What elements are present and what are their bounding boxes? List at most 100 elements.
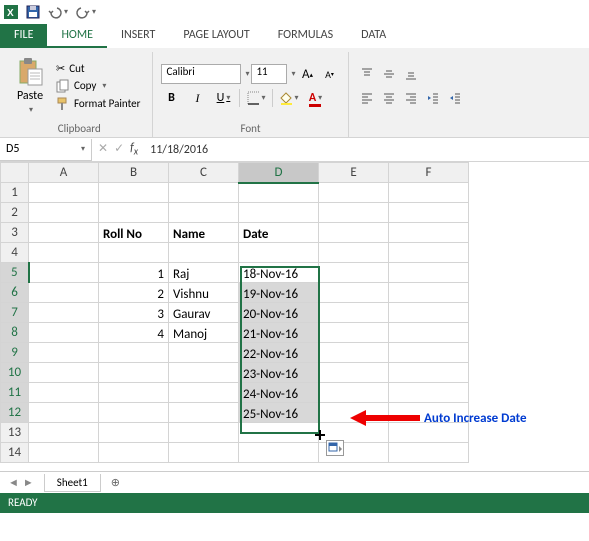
add-sheet-button[interactable]: ⊕ <box>101 476 130 489</box>
row-header[interactable]: 9 <box>1 343 29 363</box>
excel-icon: X <box>4 5 18 19</box>
select-all-corner[interactable] <box>1 163 29 183</box>
save-icon[interactable] <box>26 5 40 19</box>
ribbon-group-font: Calibri ▾ 11 ▾ A▴ A▾ B I U▾ ▾ <box>153 52 348 137</box>
col-header-b[interactable]: B <box>99 163 169 183</box>
worksheet-grid[interactable]: A B C D E F 1 2 3 Roll No Name Date 4 5 … <box>0 162 589 463</box>
scissors-icon: ✂ <box>56 62 65 75</box>
row-header[interactable]: 13 <box>1 423 29 443</box>
row-header[interactable]: 10 <box>1 363 29 383</box>
cell[interactable]: 20-Nov-16 <box>239 303 319 323</box>
paste-icon <box>16 57 44 87</box>
row-header[interactable]: 7 <box>1 303 29 323</box>
row-header[interactable]: 6 <box>1 283 29 303</box>
cell[interactable]: 3 <box>99 303 169 323</box>
row-header[interactable]: 2 <box>1 203 29 223</box>
arrow-icon <box>350 410 420 426</box>
row-header[interactable]: 3 <box>1 223 29 243</box>
italic-button[interactable]: I <box>187 88 207 108</box>
cell[interactable]: 2 <box>99 283 169 303</box>
cell[interactable]: 25-Nov-16 <box>239 403 319 423</box>
cell[interactable]: 21-Nov-16 <box>239 323 319 343</box>
cell[interactable]: 22-Nov-16 <box>239 343 319 363</box>
cut-label: Cut <box>69 62 84 75</box>
name-box[interactable]: D5 ▾ <box>0 139 92 161</box>
cell[interactable]: Raj <box>169 263 239 283</box>
row-header[interactable]: 11 <box>1 383 29 403</box>
decrease-indent-button[interactable] <box>423 88 443 108</box>
row-header[interactable]: 8 <box>1 323 29 343</box>
fill-color-button[interactable]: ▾ <box>279 88 299 108</box>
col-header-f[interactable]: F <box>389 163 469 183</box>
col-header-a[interactable]: A <box>29 163 99 183</box>
align-middle-button[interactable] <box>379 64 399 84</box>
formula-input[interactable]: 11/18/2016 <box>144 143 589 157</box>
clipboard-group-label: Clipboard <box>14 120 144 137</box>
cell[interactable]: 1 <box>99 263 169 283</box>
font-size-select[interactable]: 11 <box>251 64 287 84</box>
col-header-d[interactable]: D <box>239 163 319 183</box>
cell[interactable]: Gaurav <box>169 303 239 323</box>
tab-insert[interactable]: INSERT <box>107 24 169 48</box>
cell[interactable]: 19-Nov-16 <box>239 283 319 303</box>
cell[interactable]: Manoj <box>169 323 239 343</box>
accept-formula-icon[interactable]: ✓ <box>114 141 124 157</box>
cell-d3[interactable]: Date <box>239 223 319 243</box>
prev-sheet-icon[interactable]: ◄ <box>8 476 19 489</box>
col-header-e[interactable]: E <box>319 163 389 183</box>
font-name-select[interactable]: Calibri <box>161 64 241 84</box>
paste-button[interactable]: Paste ▾ <box>14 55 46 117</box>
redo-icon[interactable]: ▾ <box>76 5 96 19</box>
fx-icon[interactable]: fx <box>130 141 138 157</box>
tab-page-layout[interactable]: PAGE LAYOUT <box>169 24 263 48</box>
underline-button[interactable]: U▾ <box>213 88 233 108</box>
undo-icon[interactable]: ▾ <box>48 5 68 19</box>
increase-indent-button[interactable] <box>445 88 465 108</box>
paste-label: Paste <box>17 89 43 103</box>
row-header[interactable]: 14 <box>1 443 29 463</box>
cell-c3[interactable]: Name <box>169 223 239 243</box>
row-header[interactable]: 12 <box>1 403 29 423</box>
font-color-button[interactable]: A ▾ <box>305 88 325 108</box>
annotation-arrow: Auto Increase Date <box>350 410 527 426</box>
align-right-button[interactable] <box>401 88 421 108</box>
row-header[interactable]: 1 <box>1 183 29 203</box>
ribbon: Paste ▾ ✂ Cut Copy ▾ Format Painter <box>0 48 589 138</box>
border-button[interactable]: ▾ <box>246 88 266 108</box>
quick-access-toolbar: X ▾ ▾ <box>0 0 589 24</box>
cancel-formula-icon[interactable]: ✕ <box>98 141 108 157</box>
tab-file[interactable]: FILE <box>0 24 47 48</box>
copy-button[interactable]: Copy ▾ <box>52 78 144 94</box>
cell-d5[interactable]: 18-Nov-16 <box>239 263 319 283</box>
ribbon-group-clipboard: Paste ▾ ✂ Cut Copy ▾ Format Painter <box>6 52 153 137</box>
status-text: READY <box>8 496 38 509</box>
shrink-font-button[interactable]: A▾ <box>320 64 340 84</box>
cell[interactable]: Vishnu <box>169 283 239 303</box>
bold-button[interactable]: B <box>161 88 181 108</box>
align-bottom-button[interactable] <box>401 64 421 84</box>
name-box-value: D5 <box>6 142 19 156</box>
row-header[interactable]: 5 <box>1 263 29 283</box>
tab-home[interactable]: HOME <box>47 24 107 48</box>
svg-text:X: X <box>7 8 14 19</box>
col-header-c[interactable]: C <box>169 163 239 183</box>
grow-font-button[interactable]: A▴ <box>298 64 318 84</box>
format-painter-button[interactable]: Format Painter <box>52 96 144 112</box>
brush-icon <box>56 97 70 111</box>
cell[interactable]: 24-Nov-16 <box>239 383 319 403</box>
align-center-button[interactable] <box>379 88 399 108</box>
cell[interactable]: 4 <box>99 323 169 343</box>
tab-data[interactable]: DATA <box>347 24 400 48</box>
next-sheet-icon[interactable]: ► <box>23 476 34 489</box>
align-left-button[interactable] <box>357 88 377 108</box>
autofill-options-button[interactable] <box>326 440 344 456</box>
annotation-text: Auto Increase Date <box>424 411 527 426</box>
cell[interactable]: 23-Nov-16 <box>239 363 319 383</box>
tab-formulas[interactable]: FORMULAS <box>264 24 347 48</box>
sheet-tab-sheet1[interactable]: Sheet1 <box>44 474 101 492</box>
cell-b3[interactable]: Roll No <box>99 223 169 243</box>
chevron-down-icon: ▾ <box>81 144 85 154</box>
row-header[interactable]: 4 <box>1 243 29 263</box>
align-top-button[interactable] <box>357 64 377 84</box>
cut-button[interactable]: ✂ Cut <box>52 61 144 76</box>
